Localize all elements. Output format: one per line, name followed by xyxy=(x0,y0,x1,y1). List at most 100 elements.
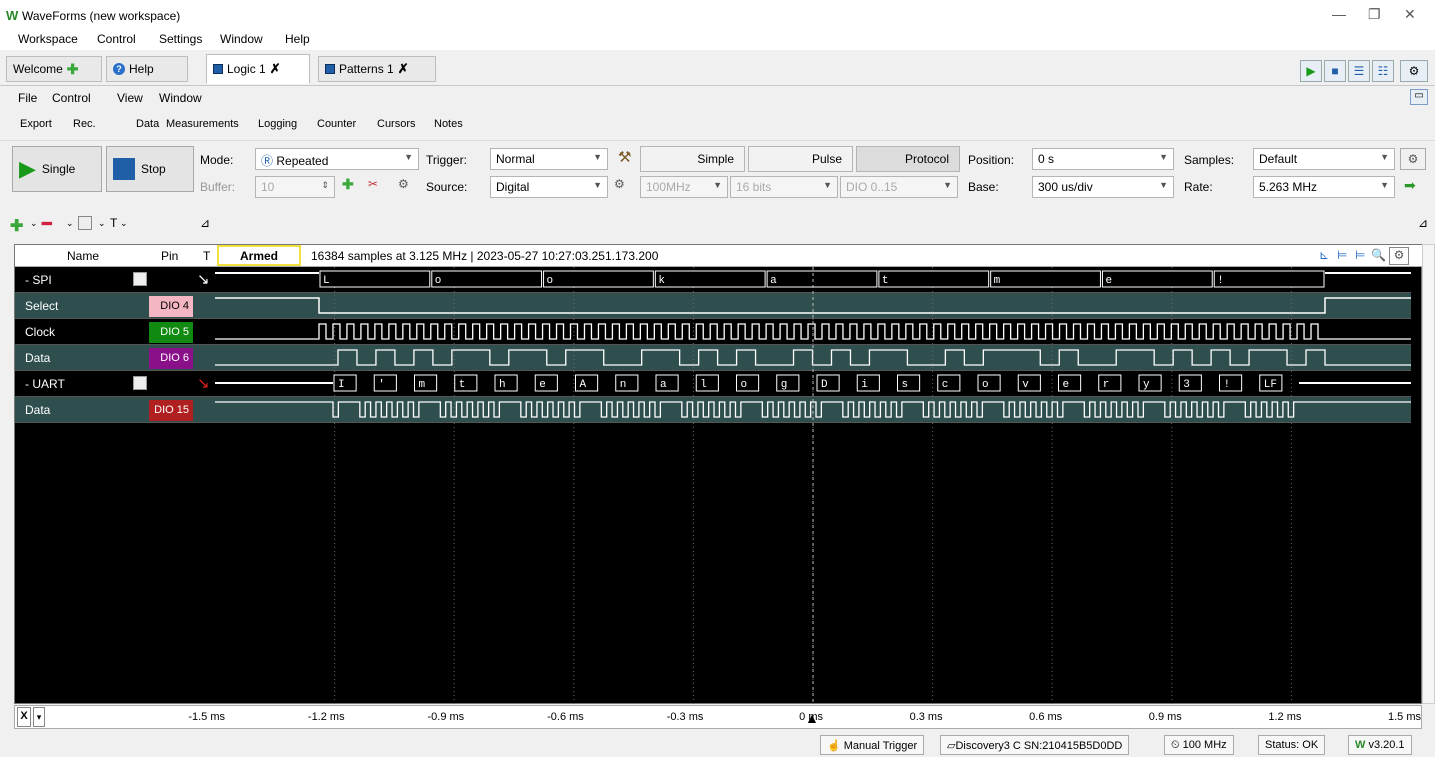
status-indicator[interactable]: Status: OK xyxy=(1258,735,1326,755)
mode-select[interactable]: Ⓡ Repeated ▼ xyxy=(255,148,419,170)
chevron-down-icon[interactable]: ⌄ xyxy=(120,218,128,229)
align-icon[interactable]: ⊨ xyxy=(1355,248,1365,262)
chevron-down-icon[interactable]: ⌄ xyxy=(30,218,38,229)
trigger-position-marker-icon[interactable]: ▲ xyxy=(805,710,819,726)
bus-icon[interactable] xyxy=(133,376,147,390)
pen-icon[interactable] xyxy=(78,216,92,230)
spi-byte-label: t xyxy=(882,275,889,287)
trigger-select[interactable]: Normal ▼ xyxy=(490,148,608,170)
waveform-view[interactable]: Name Pin T Armed 16384 samples at 3.125 … xyxy=(14,244,1423,705)
cursors-button[interactable]: Cursors xyxy=(377,118,416,130)
uart-byte-label: t xyxy=(459,379,466,391)
expand-icon[interactable]: ⊿ xyxy=(1418,216,1428,230)
zoom-icon[interactable]: 🔍 xyxy=(1371,248,1386,262)
vertical-scrollbar[interactable] xyxy=(1422,244,1435,704)
single-button[interactable]: ▶ Single xyxy=(12,146,102,192)
data-button[interactable]: Data xyxy=(136,118,159,130)
counter-button[interactable]: Counter xyxy=(317,118,356,130)
pin-badge[interactable]: DIO 4 xyxy=(149,296,193,317)
rate-select[interactable]: 100MHz ▼ xyxy=(640,176,728,198)
measurements-button[interactable]: Measurements xyxy=(166,118,239,130)
menu-window[interactable]: Window xyxy=(220,32,263,46)
bits-select[interactable]: 16 bits ▼ xyxy=(730,176,838,198)
uart-byte-label: e xyxy=(1063,379,1070,391)
protocol-trigger-button[interactable]: Protocol xyxy=(856,146,960,172)
uart-byte-label: r xyxy=(1103,379,1110,391)
add-icon[interactable]: ✚ xyxy=(67,61,79,78)
settings-icon[interactable]: ⚙ xyxy=(398,177,409,191)
x-axis: X ▾ -1.5 ms -1.2 ms -0.9 ms -0.6 ms -0.3 ms 0… xyxy=(14,705,1422,729)
tab-patterns[interactable]: Patterns 1 ✗ xyxy=(318,56,436,82)
menu-workspace[interactable]: Workspace xyxy=(18,32,78,46)
chevron-down-icon[interactable]: ▾ xyxy=(33,707,45,727)
simple-trigger-button[interactable]: Simple xyxy=(640,146,745,172)
menu-doc-control[interactable]: Control xyxy=(52,91,91,105)
close-icon[interactable]: ✕ xyxy=(1404,6,1416,23)
menu-doc-window[interactable]: Window xyxy=(159,91,202,105)
menu-view[interactable]: View xyxy=(117,91,143,105)
text-icon[interactable]: T xyxy=(110,216,117,230)
trigger-arrow-icon[interactable]: ↘ xyxy=(197,270,210,288)
remove-channel-icon[interactable]: ━ xyxy=(42,214,52,234)
menu-file[interactable]: File xyxy=(18,91,37,105)
settings-icon[interactable]: ⚙ xyxy=(614,177,625,191)
menu-help[interactable]: Help xyxy=(285,32,310,46)
stop-all-icon[interactable]: ■ xyxy=(1324,60,1346,82)
tab-welcome[interactable]: Welcome ✚ xyxy=(6,56,102,82)
settings-icon[interactable]: ⚙ xyxy=(1400,60,1428,82)
pin-badge[interactable]: DIO 15 xyxy=(149,400,193,421)
run-all-icon[interactable]: ▶ xyxy=(1300,60,1322,82)
source-select[interactable]: Digital ▼ xyxy=(490,176,608,198)
pin-badge[interactable]: DIO 6 xyxy=(149,348,193,369)
minimize-icon[interactable]: — xyxy=(1332,6,1346,22)
dio-select[interactable]: DIO 0..15 ▼ xyxy=(840,176,958,198)
logging-button[interactable]: Logging xyxy=(258,118,297,130)
menu-control[interactable]: Control xyxy=(97,32,136,46)
position-label: Position: xyxy=(968,153,1015,167)
stop-button[interactable]: Stop xyxy=(106,146,194,192)
maximize-icon[interactable]: ❐ xyxy=(1368,6,1381,23)
settings-icon[interactable]: ⚙ xyxy=(1400,148,1426,170)
samples-select[interactable]: Default ▼ xyxy=(1253,148,1395,170)
cascade-icon[interactable]: ☰ xyxy=(1348,60,1370,82)
hammer-icon[interactable]: ⚒ xyxy=(618,148,631,166)
manual-trigger-button[interactable]: ☝ Manual Trigger xyxy=(820,735,925,755)
tab-logic[interactable]: Logic 1 ✗ xyxy=(206,54,310,84)
add-channel-icon[interactable]: ✚ xyxy=(10,216,23,236)
bus-icon[interactable] xyxy=(133,272,147,286)
chevron-down-icon[interactable]: ⌄ xyxy=(98,218,106,229)
waveform-canvas: Lo o k a t m e ! I ' m t h e An a l o g Di s c o v e r y 3! LF xyxy=(215,267,1411,705)
buffer-input[interactable]: 10 ⇕ xyxy=(255,176,335,198)
trigger-arrow-icon[interactable]: ↘ xyxy=(197,374,210,392)
rate-input[interactable]: 5.263 MHz ▼ xyxy=(1253,176,1395,198)
version-indicator[interactable]: W v3.20.1 xyxy=(1348,735,1412,755)
arrow-right-icon[interactable]: ➡ xyxy=(1404,177,1416,194)
menu-settings[interactable]: Settings xyxy=(159,32,202,46)
cursor-icon[interactable]: ⊾ xyxy=(1319,248,1329,262)
tile-icon[interactable]: ☷ xyxy=(1372,60,1394,82)
restore-icon[interactable]: ▭ xyxy=(1410,89,1428,105)
device-indicator[interactable]: ▱Discovery3 C SN:210415B5D0DD xyxy=(940,735,1130,755)
pin-badge[interactable]: DIO 5 xyxy=(149,322,193,343)
tab-label: Patterns 1 xyxy=(339,62,394,76)
pulse-trigger-button[interactable]: Pulse xyxy=(748,146,853,172)
add-icon[interactable]: ✚ xyxy=(342,176,354,193)
close-tab-icon[interactable]: ✗ xyxy=(398,61,409,77)
position-input[interactable]: 0 s ▼ xyxy=(1032,148,1174,170)
tab-help[interactable]: ? Help xyxy=(106,56,188,82)
base-select[interactable]: 300 us/div ▼ xyxy=(1032,176,1174,198)
notes-button[interactable]: Notes xyxy=(434,118,463,130)
close-tab-icon[interactable]: ✗ xyxy=(270,61,281,77)
rec-button[interactable]: Rec. xyxy=(73,118,96,130)
chevron-down-icon[interactable]: ⌄ xyxy=(66,218,74,229)
t-column-header: T xyxy=(203,249,211,263)
clock-indicator[interactable]: ⏲ 100 MHz xyxy=(1164,735,1234,755)
collapse-icon[interactable]: ⊿ xyxy=(200,216,210,230)
x-tick-label: -0.3 ms xyxy=(666,711,704,723)
uart-byte-label: c xyxy=(942,379,949,391)
x-axis-button[interactable]: X xyxy=(17,707,31,727)
settings-icon[interactable]: ⚙ xyxy=(1389,247,1409,265)
export-button[interactable]: Export xyxy=(20,118,52,130)
scissors-icon[interactable]: ✂ xyxy=(368,177,378,191)
align-icon[interactable]: ⊨ xyxy=(1337,248,1347,262)
